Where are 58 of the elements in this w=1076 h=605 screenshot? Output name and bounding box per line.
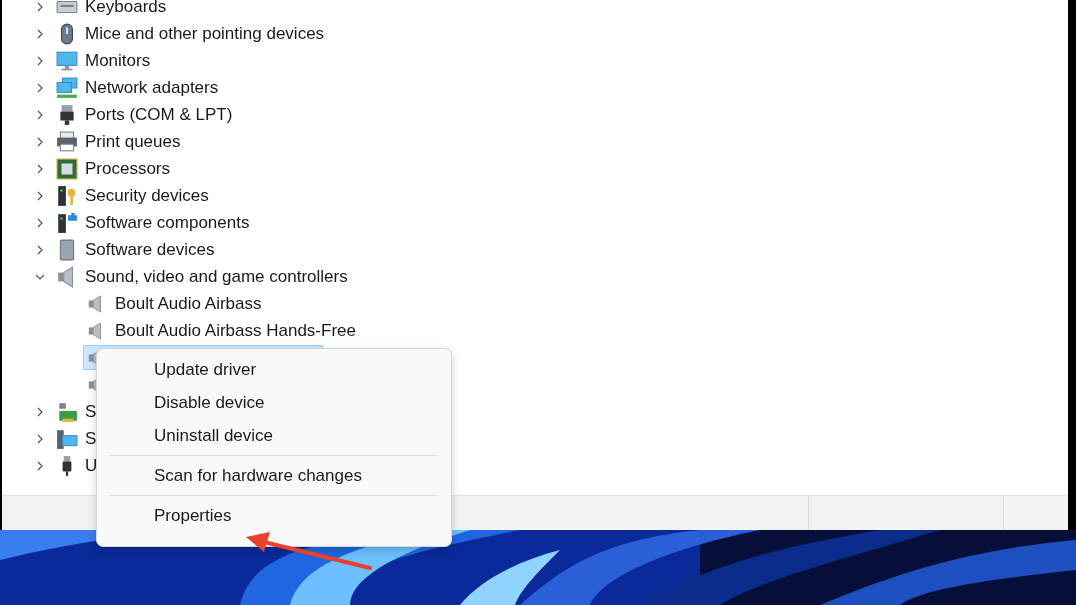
chevron-right-icon[interactable] [35, 190, 45, 201]
tree-item-label: Software components [85, 212, 250, 233]
chevron-right-icon[interactable] [35, 460, 45, 471]
key-icon [56, 184, 78, 207]
printer-icon [56, 130, 78, 153]
tree-item[interactable]: Ports (COM & LPT) [52, 102, 238, 127]
tree-item[interactable]: Processors [52, 156, 176, 181]
chevron-right-icon[interactable] [35, 217, 45, 228]
tree-item[interactable]: Mice and other pointing devices [52, 21, 330, 46]
tree-item-label: Boult Audio Airbass Hands-Free [115, 320, 356, 341]
tree-item-label: Network adapters [85, 77, 219, 98]
tree-item-label: S [85, 401, 97, 422]
tree-item-label: Boult Audio Airbass [115, 293, 262, 314]
menu-item[interactable]: Properties [109, 499, 437, 532]
chevron-right-icon[interactable] [35, 406, 45, 417]
tree-item[interactable]: Boult Audio Airbass [83, 291, 267, 316]
menu-item[interactable]: Scan for hardware changes [109, 459, 437, 492]
tree-item-label: Software devices [85, 239, 215, 260]
tree-item-label: Mice and other pointing devices [85, 23, 325, 44]
tree-item[interactable]: Monitors [52, 48, 156, 73]
tree-item[interactable]: S [52, 399, 102, 424]
menu-item[interactable]: Disable device [109, 386, 437, 419]
tree-item-label: Processors [85, 158, 171, 179]
tree-item[interactable]: Sound, video and game controllers [52, 264, 353, 289]
tree-item-label: Keyboards [85, 0, 167, 17]
tree-item-label: Sound, video and game controllers [85, 266, 348, 287]
chevron-right-icon[interactable] [35, 163, 45, 174]
tree-item-label: Security devices [85, 185, 209, 206]
component-icon [56, 211, 78, 234]
tree-item[interactable]: S [52, 426, 102, 451]
computer-icon [56, 427, 78, 450]
chevron-right-icon[interactable] [35, 244, 45, 255]
network-icon [56, 76, 78, 99]
chevron-right-icon[interactable] [35, 433, 45, 444]
tree-item[interactable]: U [52, 453, 103, 478]
tree-item[interactable]: Network adapters [52, 75, 224, 100]
tree-item-label: Print queues [85, 131, 181, 152]
tree-item[interactable]: Security devices [52, 183, 214, 208]
chevron-right-icon[interactable] [35, 82, 45, 93]
card-icon [56, 400, 78, 423]
tree-item[interactable]: Software components [52, 210, 255, 235]
chip-icon [56, 157, 78, 180]
monitor-icon [56, 49, 78, 72]
tree-item[interactable]: Print queues [52, 129, 186, 154]
tree-item[interactable]: Software devices [52, 237, 220, 262]
chevron-right-icon[interactable] [35, 55, 45, 66]
chevron-right-icon[interactable] [35, 28, 45, 39]
tree-item-label: Monitors [85, 50, 151, 71]
chevron-right-icon[interactable] [35, 109, 45, 120]
tree-item[interactable]: Boult Audio Airbass Hands-Free [83, 318, 361, 343]
tree-item-label: Ports (COM & LPT) [85, 104, 233, 125]
tree-item-label: U [85, 455, 98, 476]
chevron-right-icon[interactable] [35, 136, 45, 147]
menu-item[interactable]: Update driver [109, 353, 437, 386]
menu-item[interactable]: Uninstall device [109, 419, 437, 452]
tree-item[interactable]: Keyboards [52, 0, 172, 19]
tree-item-label: S [85, 428, 97, 449]
chevron-right-icon[interactable] [35, 1, 45, 12]
